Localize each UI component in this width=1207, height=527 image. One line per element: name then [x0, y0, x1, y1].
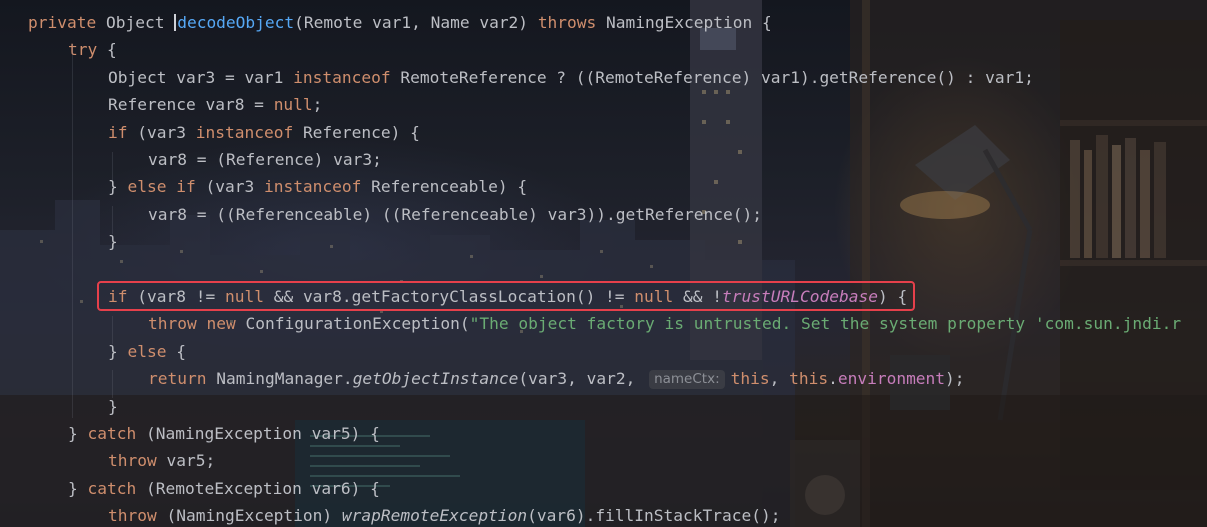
code-token: var8 = ((Referenceable) ((Referenceable)…: [148, 204, 762, 224]
code-line[interactable]: private Object decodeObject(Remote var1,…: [0, 9, 772, 36]
keyword-token: catch: [87, 424, 146, 443]
keyword-token: this: [730, 369, 770, 389]
code-token: (NamingException var5) {: [145, 424, 380, 443]
code-token: getObjectInstance: [352, 369, 519, 389]
code-line[interactable]: var8 = (Reference) var3;: [0, 146, 382, 173]
code-token: Referenceable) {: [371, 177, 528, 197]
keyword-token: this: [789, 369, 829, 389]
keyword-token: instanceof: [293, 67, 401, 87]
method-name-token: decodeObject: [177, 13, 295, 32]
keyword-token: if: [108, 122, 138, 142]
keyword-token: else if: [127, 177, 206, 197]
code-token: var5;: [166, 451, 216, 471]
keyword-token: instanceof: [195, 122, 303, 142]
code-token: (RemoteException var6) {: [145, 478, 380, 498]
code-line[interactable]: if (var3 instanceof Reference) {: [0, 119, 420, 146]
keyword-token: throw: [108, 451, 167, 471]
code-token: {: [97, 40, 117, 60]
code-line[interactable]: [0, 256, 108, 283]
indent-guide: [112, 316, 113, 344]
code-line[interactable]: var8 = ((Referenceable) ((Referenceable)…: [0, 201, 762, 228]
code-token: (var3, var2,: [518, 369, 646, 389]
code-line[interactable]: } catch (NamingException var5) {: [0, 420, 380, 447]
code-token: );: [945, 369, 965, 389]
code-token: }: [108, 341, 128, 361]
code-token: ,: [769, 369, 790, 389]
code-token: {: [176, 341, 186, 361]
keyword-token: throw new: [148, 314, 246, 334]
code-token: Reference var8 =: [108, 95, 274, 115]
code-token: (var3: [137, 122, 196, 142]
code-token: Object: [105, 13, 175, 32]
code-token: (NamingException): [166, 506, 342, 526]
keyword-token: catch: [87, 478, 146, 498]
code-editor[interactable]: private Object decodeObject(Remote var1,…: [0, 0, 1207, 527]
code-line[interactable]: } else if (var3 instanceof Referenceable…: [0, 173, 527, 200]
parameter-name-hint: nameCtx:: [649, 370, 725, 390]
code-token: }: [108, 396, 118, 416]
code-line[interactable]: }: [0, 228, 118, 255]
indent-guide: [112, 152, 113, 180]
code-token: NamingManager.: [216, 369, 353, 389]
keyword-token: instanceof: [263, 177, 372, 197]
text-cursor: [174, 14, 177, 31]
code-token: (var3: [205, 177, 264, 197]
code-line[interactable]: } else {: [0, 338, 186, 365]
code-token: (Remote var1, Name var2): [294, 13, 538, 32]
code-line[interactable]: Reference var8 = null;: [0, 91, 322, 118]
code-line[interactable]: try {: [0, 36, 117, 63]
code-token: RemoteReference ? ((RemoteReference) var…: [400, 67, 1034, 87]
code-line[interactable]: return NamingManager.getObjectInstance(v…: [0, 365, 965, 392]
code-token: ConfigurationException(: [245, 314, 470, 334]
indent-guide: [112, 370, 113, 398]
code-token: }: [108, 177, 128, 197]
code-token: NamingException {: [606, 13, 772, 32]
keyword-token: throw: [108, 506, 167, 526]
code-line[interactable]: }: [0, 393, 118, 420]
keyword-token: private: [28, 13, 106, 32]
keyword-token: null: [273, 95, 313, 115]
highlight-annotation-box: [97, 281, 915, 311]
code-token: }: [68, 424, 88, 443]
code-token: }: [108, 232, 118, 252]
code-line[interactable]: } catch (RemoteException var6) {: [0, 475, 380, 502]
code-line[interactable]: Object var3 = var1 instanceof RemoteRefe…: [0, 64, 1034, 91]
indent-guide: [72, 44, 73, 418]
keyword-token: throws: [537, 13, 607, 32]
code-line[interactable]: throw var5;: [0, 447, 215, 474]
keyword-token: else: [127, 341, 177, 361]
code-token: wrapRemoteException: [341, 506, 528, 526]
code-token: .: [828, 369, 838, 389]
code-token: Object var3 = var1: [108, 67, 294, 87]
code-token: ;: [312, 95, 323, 115]
code-token: (var6).fillInStackTrace();: [527, 506, 781, 526]
code-token: }: [68, 478, 88, 498]
indent-guide: [112, 206, 113, 234]
string-literal-token: "The object factory is untrusted. Set th…: [469, 314, 1182, 334]
code-line[interactable]: throw new ConfigurationException("The ob…: [0, 310, 1181, 337]
code-token: environment: [837, 369, 946, 389]
code-line[interactable]: throw (NamingException) wrapRemoteExcept…: [0, 502, 780, 527]
code-token: Reference) {: [302, 122, 420, 142]
code-token: var8 = (Reference) var3;: [148, 150, 382, 169]
keyword-token: return: [148, 369, 217, 389]
